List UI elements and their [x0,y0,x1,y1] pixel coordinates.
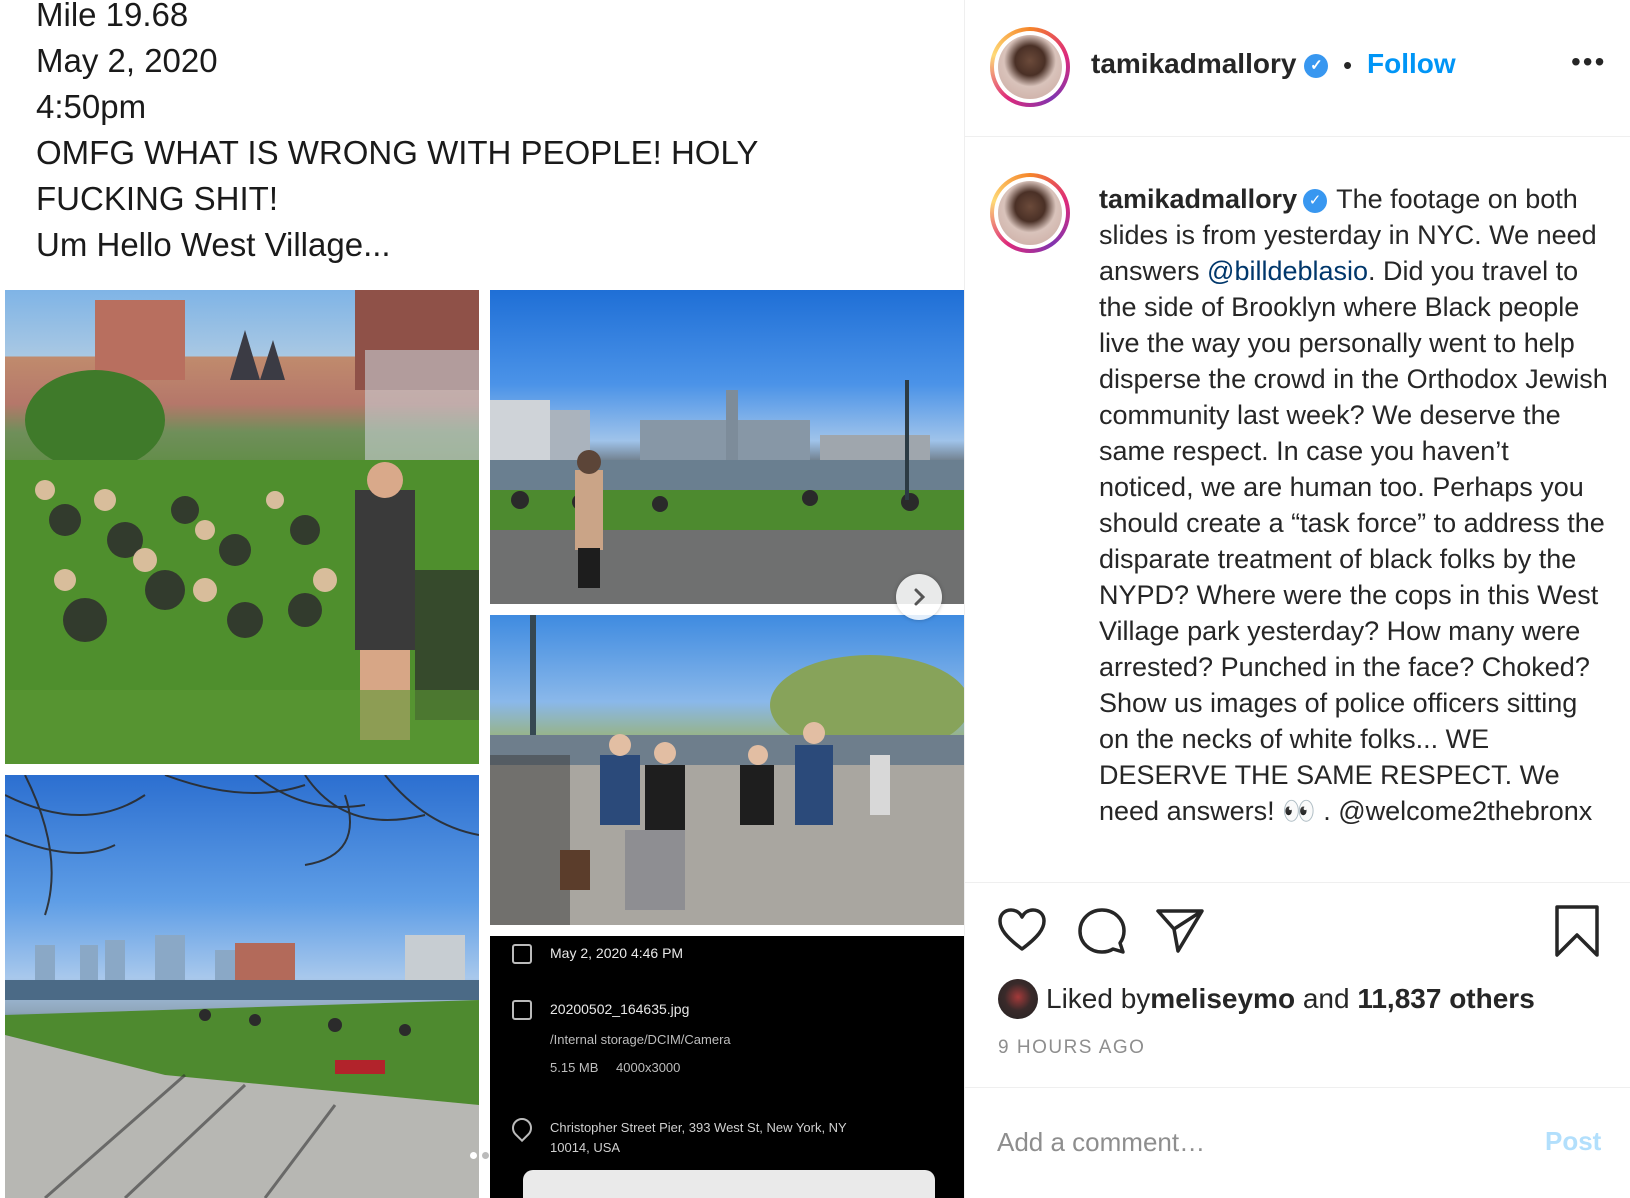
caption-text: . Did you travel to the side of Brooklyn… [1099,256,1608,826]
author-avatar[interactable] [990,27,1070,107]
meta-datetime-row: May 2, 2020 4:46 PM [512,944,683,964]
author-username-header[interactable]: tamikadmallory ✓ [1091,48,1329,80]
media-caption-text: Mile 19.68 May 2, 2020 4:50pm OMFG WHAT … [36,0,936,268]
carousel-next-button[interactable] [896,574,942,620]
meta-location-row: Christopher Street Pier, 393 West St, Ne… [507,1113,847,1158]
media-text-line: Mile 19.68 [36,0,189,33]
comment-input[interactable] [997,1122,1497,1162]
follow-separator: • [1343,50,1353,80]
post-media[interactable]: Mile 19.68 May 2, 2020 4:50pm OMFG WHAT … [0,0,964,1198]
post-actions: Liked by meliseymo and 11,837 others 9 H… [965,882,1630,1087]
calendar-icon [512,944,532,964]
meta-datetime: May 2, 2020 4:46 PM [550,945,684,961]
follow-button[interactable]: Follow [1367,48,1456,80]
caption-username[interactable]: tamikadmallory [1099,184,1297,214]
post-header: tamikadmallory ✓ • Follow ••• [965,0,1630,137]
share-button[interactable] [1154,905,1206,957]
waterfront-skyline-photo [490,290,964,604]
add-comment-section: Post [965,1087,1630,1198]
like-button[interactable] [996,905,1048,957]
meta-location-line1: Christopher Street Pier, 393 West St, Ne… [550,1120,847,1135]
comment-bubble-icon [1078,908,1126,954]
verified-badge-icon: ✓ [1303,188,1328,213]
liker-username[interactable]: meliseymo [1150,983,1295,1015]
carousel-indicator [470,1152,489,1159]
likes-connector: and [1295,983,1358,1014]
media-text-line: FUCKING SHIT! [36,180,279,217]
caption-section: tamikadmallory ✓ The footage on both slid… [965,137,1630,882]
post-caption: tamikadmallory ✓ The footage on both slid… [1099,181,1609,829]
username-text: tamikadmallory [1091,48,1297,79]
pier-walkway-photo [490,615,964,925]
more-options-icon[interactable]: ••• [1571,46,1606,78]
map-preview [523,1170,935,1198]
post-side-panel: tamikadmallory ✓ • Follow ••• tamikadmall… [964,0,1630,1198]
caption-mention-link[interactable]: @billdeblasio [1207,256,1368,286]
caption-author-avatar[interactable] [990,173,1070,253]
park-crowd-photo [5,290,479,764]
meta-path: /Internal storage/DCIM/Camera [550,1032,731,1047]
meta-file-row: 20200502_164635.jpg /Internal storage/DC… [512,1000,731,1078]
media-text-line: May 2, 2020 [36,42,218,79]
instagram-post-view: Mile 19.68 May 2, 2020 4:50pm OMFG WHAT … [0,0,1630,1198]
likes-count[interactable]: 11,837 others [1357,983,1534,1015]
chevron-right-icon [914,588,926,606]
heart-icon [998,908,1046,951]
paper-plane-icon [1156,909,1204,953]
comment-button[interactable] [1076,905,1128,957]
riverside-lawn-photo [5,775,479,1198]
post-timestamp[interactable]: 9 HOURS AGO [998,1037,1145,1059]
bookmark-icon [1555,905,1599,957]
media-text-line: 4:50pm [36,88,147,125]
liker-avatar[interactable] [998,979,1038,1019]
verified-badge-icon: ✓ [1304,53,1329,78]
likes-summary: Liked by meliseymo and 11,837 others [998,979,1535,1019]
carousel-dot-active [470,1152,477,1159]
location-pin-icon [507,1113,537,1143]
save-button[interactable] [1551,903,1603,957]
image-icon [512,1000,532,1020]
likes-prefix: Liked by [1046,983,1151,1014]
meta-resolution: 4000x3000 [616,1060,681,1075]
media-text-line: Um Hello West Village... [36,226,391,263]
meta-location-line2: 10014, USA [550,1140,621,1155]
carousel-dot [482,1152,489,1159]
photo-metadata-screenshot: May 2, 2020 4:46 PM 20200502_164635.jpg … [490,936,964,1198]
post-comment-button[interactable]: Post [1545,1126,1601,1157]
meta-filename: 20200502_164635.jpg [550,1001,690,1017]
meta-size: 5.15 MB [550,1060,599,1075]
media-text-line: OMFG WHAT IS WRONG WITH PEOPLE! HOLY [36,134,759,171]
